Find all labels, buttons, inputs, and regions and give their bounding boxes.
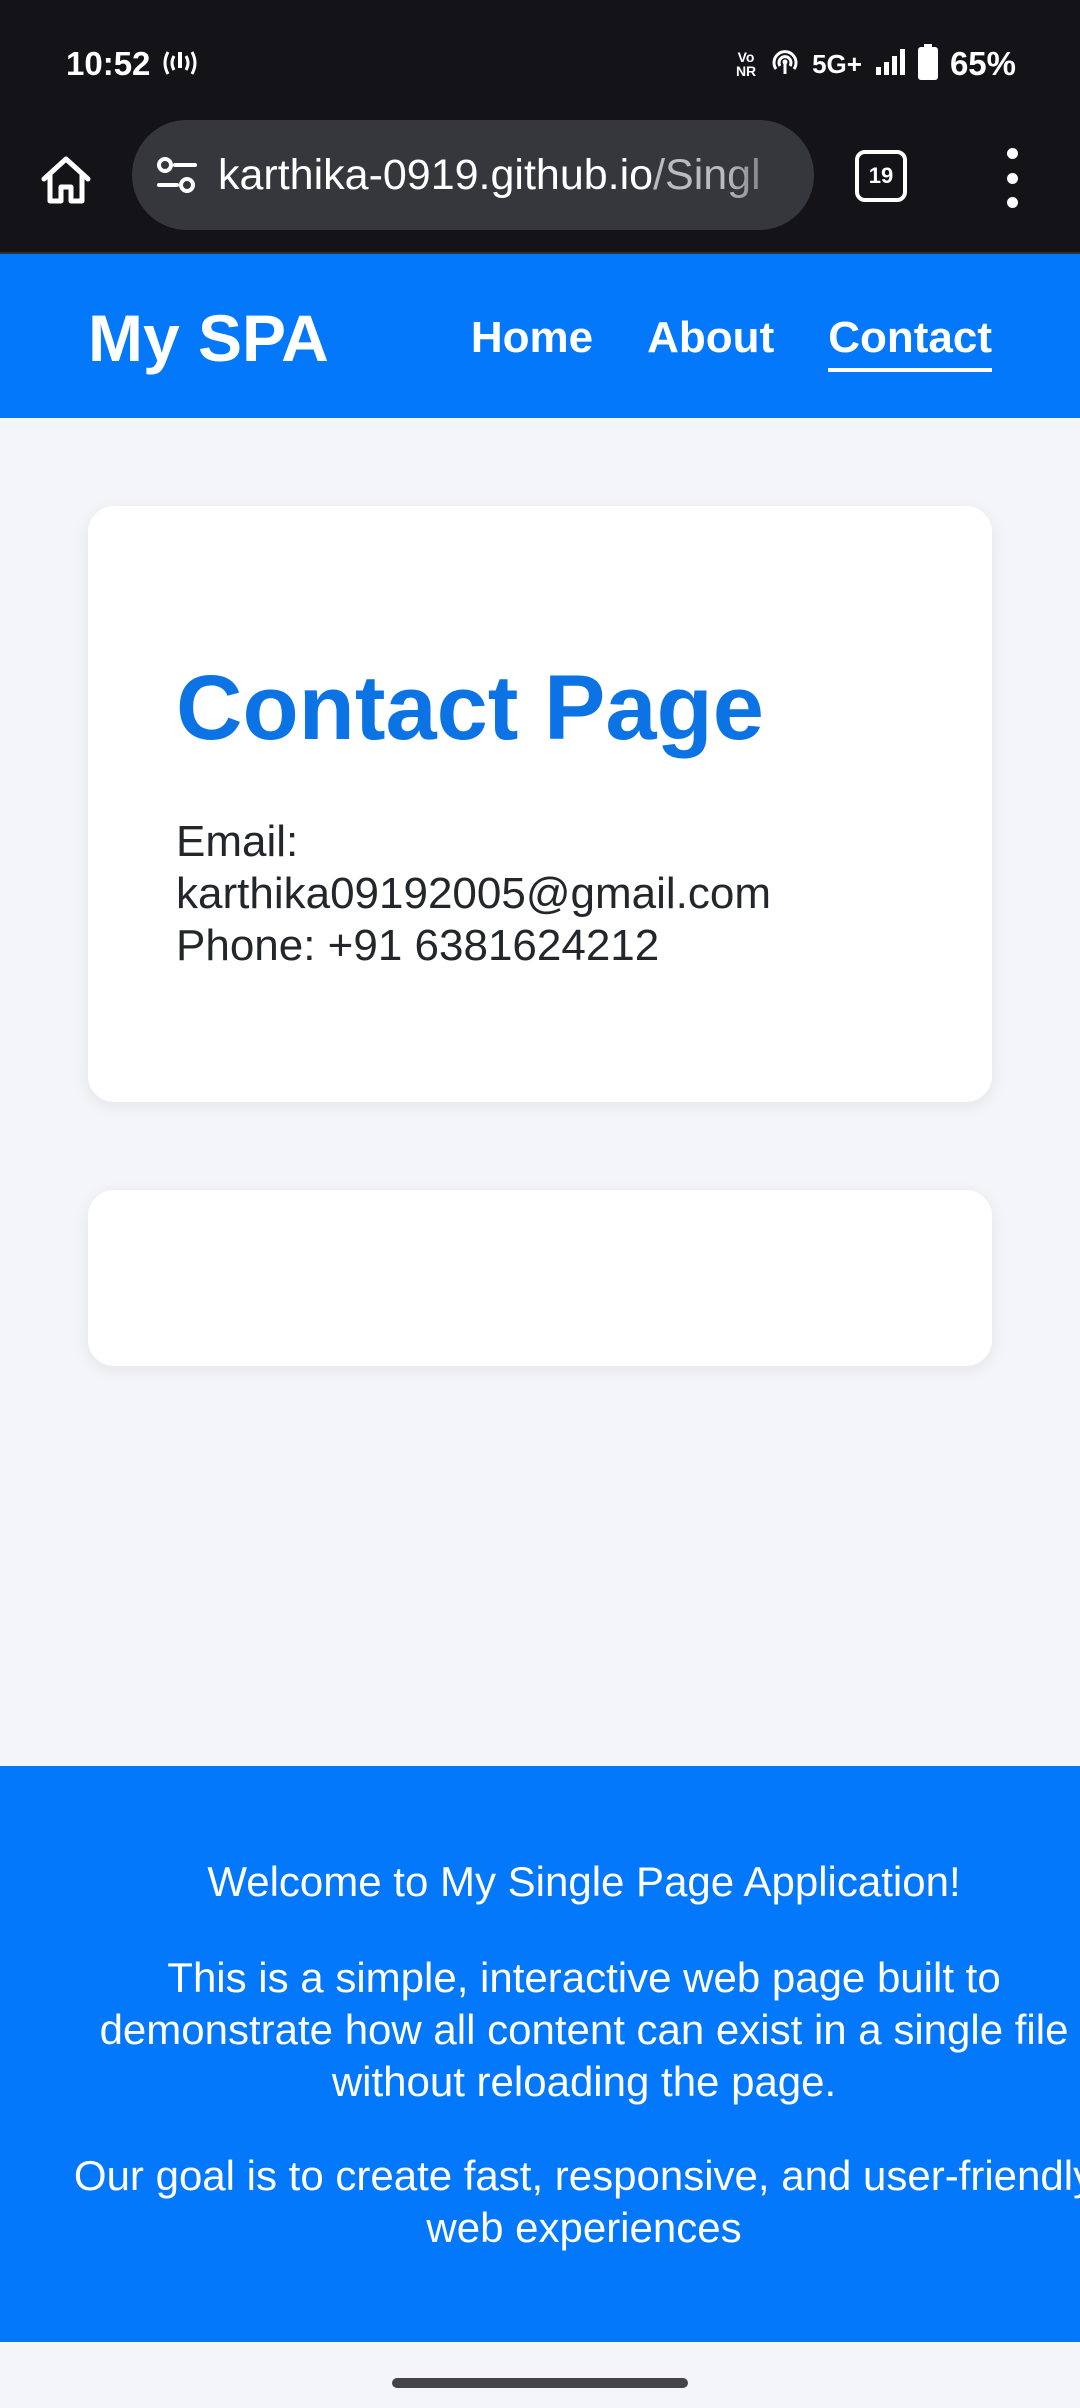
volte-icon: Vo NR	[735, 49, 757, 79]
contact-card: Contact Page Email: karthika09192005@gma…	[88, 506, 992, 1102]
page-title: Contact Page	[176, 657, 764, 759]
status-time: 10:52	[66, 45, 151, 82]
nav-home-link[interactable]: Home	[471, 310, 593, 372]
more-menu-icon[interactable]	[992, 148, 1032, 208]
url-path: /Singl	[653, 150, 761, 199]
main-nav: Home About Contact	[471, 310, 992, 372]
contact-details: Email: karthika09192005@gmail.com Phone:…	[176, 816, 896, 972]
home-icon[interactable]	[36, 150, 96, 210]
footer-p2-line: Our goal is to create fast, responsive, …	[73, 2152, 1080, 2199]
footer-p1-line: demonstrate how all content can exist in…	[99, 2006, 1069, 2053]
url-text[interactable]: karthika-0919.github.io/Singl	[218, 151, 814, 200]
phone-value: Phone: +91 6381624212	[176, 921, 660, 970]
url-bar[interactable]: karthika-0919.github.io/Singl	[132, 120, 814, 230]
network-type: 5G+	[812, 48, 862, 79]
browser-toolbar: karthika-0919.github.io/Singl 19	[0, 120, 1080, 254]
site-footer: Welcome to My Single Page Application! T…	[0, 1766, 1080, 2342]
nav-about-link[interactable]: About	[647, 310, 774, 372]
signal-icon	[874, 47, 906, 82]
battery-percent: 65%	[949, 45, 1016, 82]
empty-card	[88, 1190, 992, 1366]
footer-p2-line: web experiences	[426, 2204, 742, 2251]
site-settings-icon[interactable]	[154, 152, 200, 198]
nav-contact-link[interactable]: Contact	[828, 310, 992, 372]
site-logo[interactable]: My SPA	[88, 298, 329, 378]
gesture-handle[interactable]	[392, 2378, 688, 2388]
footer-p1-line: without reloading the page.	[331, 2058, 837, 2105]
footer-p1-line: This is a simple, interactive web page b…	[167, 1954, 1001, 2001]
footer-welcome: Welcome to My Single Page Application!	[207, 1858, 961, 1905]
email-label: Email:	[176, 817, 299, 866]
site-header: My SPA Home About Contact	[0, 254, 1080, 418]
footer-paragraph-2: Our goal is to create fast, responsive, …	[0, 2150, 1080, 2254]
hotspot-icon	[770, 47, 800, 82]
tab-switcher-button[interactable]: 19	[855, 150, 907, 202]
hotspot-broadcast-icon	[160, 46, 200, 85]
status-icons: Vo NR 5G+ 65%	[734, 43, 1016, 85]
battery-icon	[917, 43, 938, 85]
bottom-nav-area	[0, 2342, 1080, 2408]
footer-paragraph-1: This is a simple, interactive web page b…	[0, 1952, 1080, 2108]
email-value: karthika09192005@gmail.com	[176, 869, 771, 918]
url-host: karthika-0919.github.io	[218, 150, 654, 199]
status-bar: 10:52 Vo NR 5G+ 65%	[0, 0, 1080, 120]
